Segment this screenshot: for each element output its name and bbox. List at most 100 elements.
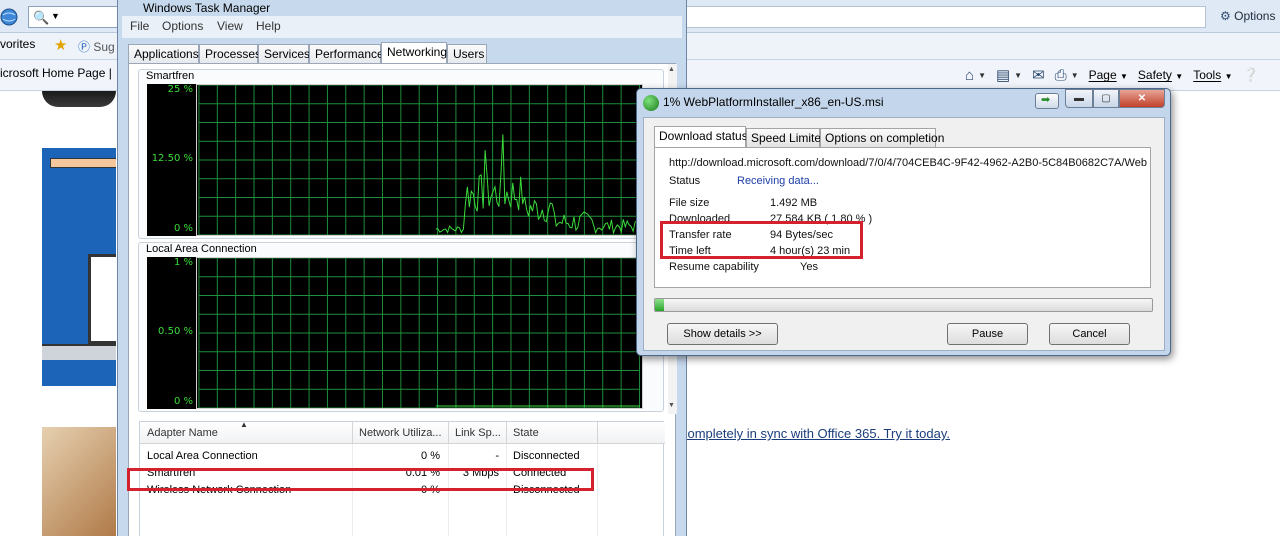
browser-search-field[interactable] xyxy=(686,6,1206,28)
graph-frame-local-area: Local Area Connection 1 % 0.50 % 0 % xyxy=(138,242,664,412)
menu-help[interactable]: Help xyxy=(256,19,281,33)
chevron-down-icon[interactable]: ▼ xyxy=(51,11,60,21)
add-favorite-star-icon[interactable]: ★ xyxy=(54,36,67,54)
tab-networking[interactable]: Networking xyxy=(381,42,447,65)
scroll-up-icon[interactable]: ▲ xyxy=(668,66,675,73)
download-app-icon xyxy=(643,95,659,111)
tab-applications[interactable]: Applications xyxy=(128,44,199,64)
minimize-to-tray-button[interactable]: ➡ xyxy=(1035,93,1059,109)
pause-button[interactable]: Pause xyxy=(947,323,1028,345)
help-icon[interactable]: ❔ xyxy=(1242,67,1258,83)
graph-y-axis: 1 % 0.50 % 0 % xyxy=(147,257,197,409)
options-menu[interactable]: ⚙ Options xyxy=(1220,9,1275,23)
chevron-down-icon[interactable]: ▼ xyxy=(1014,71,1022,80)
y-label-bottom: 0 % xyxy=(173,396,193,407)
col-adapter-name[interactable]: Adapter Name xyxy=(147,427,218,439)
menu-file[interactable]: File xyxy=(130,19,149,33)
tab-processes[interactable]: Processes xyxy=(199,44,261,64)
office365-promo-link[interactable]: completely in sync with Office 365. Try … xyxy=(681,426,950,441)
scroll-down-icon[interactable]: ▼ xyxy=(668,402,675,409)
adapter-utilization: 0 % xyxy=(421,450,440,462)
adapter-table-header: Adapter Name ▲ Network Utiliza... Link S… xyxy=(140,420,665,444)
address-search-box[interactable]: 🔍 ▼ xyxy=(28,6,118,28)
tab-services[interactable]: Services xyxy=(258,44,310,64)
column-divider[interactable] xyxy=(448,422,449,444)
browser-tab[interactable]: icrosoft Home Page | xyxy=(0,66,112,80)
col-network-utilization[interactable]: Network Utiliza... xyxy=(359,427,442,439)
print-icon[interactable]: ⎙ xyxy=(1055,67,1067,84)
graph-frame-smartfren: Smartfren 25 % 12.50 % 0 % xyxy=(138,69,664,239)
page-image-laptop[interactable] xyxy=(42,148,116,386)
gear-icon: ⚙ xyxy=(1220,9,1231,23)
file-size-label: File size xyxy=(669,197,710,209)
tab-users[interactable]: Users xyxy=(447,44,487,64)
search-icon: 🔍 xyxy=(33,10,50,25)
download-progress-bar xyxy=(654,298,1153,312)
task-manager-menubar: File Options View Help xyxy=(122,16,682,38)
status-label: Status xyxy=(669,175,701,187)
page-menu[interactable]: Page ▼ xyxy=(1089,68,1128,82)
minimize-button[interactable]: ▬ xyxy=(1065,89,1093,108)
tools-menu[interactable]: Tools ▼ xyxy=(1193,68,1232,82)
y-label-bottom: 0 % xyxy=(173,223,193,234)
cancel-button[interactable]: Cancel xyxy=(1049,323,1130,345)
col-link-speed[interactable]: Link Sp... xyxy=(455,427,501,439)
col-state[interactable]: State xyxy=(513,427,539,439)
resume-capability-label: Resume capability xyxy=(669,261,759,273)
download-status-panel: http://download.microsoft.com/download/7… xyxy=(654,147,1151,288)
task-manager-window: Windows Task Manager File Options View H… xyxy=(117,0,687,536)
adapter-speed: - xyxy=(495,450,499,462)
chevron-down-icon[interactable]: ▼ xyxy=(1071,71,1079,80)
page-image-laptop-screen xyxy=(88,254,116,344)
adapter-name: Local Area Connection xyxy=(147,450,258,462)
download-dialog-title: 1% WebPlatformInstaller_x86_en-US.msi xyxy=(663,95,884,109)
download-url: http://download.microsoft.com/download/7… xyxy=(669,157,1147,169)
arrow-right-icon: ➡ xyxy=(1041,94,1051,106)
column-divider[interactable] xyxy=(597,422,598,444)
column-divider[interactable] xyxy=(352,422,353,444)
tab-download-status[interactable]: Download status xyxy=(654,126,748,148)
graph-trace-line xyxy=(435,134,640,235)
resume-capability-value: Yes xyxy=(800,261,818,273)
browser-globe-icon[interactable] xyxy=(0,8,18,26)
page-image-arm xyxy=(50,158,116,168)
ie-page-icon: Ⓟ xyxy=(78,40,91,54)
options-label: Options xyxy=(1234,9,1276,23)
task-manager-title: Windows Task Manager xyxy=(143,1,271,15)
highlight-smartfren-row xyxy=(127,468,594,491)
rss-feed-icon[interactable]: ▤ xyxy=(996,66,1010,84)
menu-view[interactable]: View xyxy=(217,19,243,33)
y-label-mid: 12.50 % xyxy=(151,153,193,164)
network-graph-local-area xyxy=(196,257,643,409)
file-size-value: 1.492 MB xyxy=(770,197,818,209)
home-icon[interactable]: ⌂ xyxy=(965,67,974,84)
tab-options-on-completion[interactable]: Options on completion xyxy=(820,128,944,147)
page-image-laptop-base xyxy=(42,344,116,360)
page-image-office[interactable] xyxy=(42,427,116,536)
status-value: Receiving data... xyxy=(737,175,819,187)
networking-panel: Smartfren 25 % 12.50 % 0 % Local Area Co… xyxy=(128,63,677,536)
menu-options[interactable]: Options xyxy=(162,19,203,33)
y-label-top: 25 % xyxy=(167,84,193,95)
network-graph-smartfren xyxy=(196,84,643,236)
y-label-mid: 0.50 % xyxy=(158,326,193,337)
column-divider[interactable] xyxy=(506,422,507,444)
tab-performance[interactable]: Performance xyxy=(309,44,384,64)
page-image-mouse xyxy=(42,91,116,107)
y-label-top: 1 % xyxy=(173,257,193,268)
close-button[interactable]: ✕ xyxy=(1119,89,1165,108)
highlight-rate-time xyxy=(660,221,863,259)
suggested-sites-link[interactable]: Ⓟ Sug xyxy=(78,38,115,55)
mail-icon[interactable]: ✉ xyxy=(1032,66,1045,84)
table-row[interactable]: Local Area Connection 0 % - Disconnected xyxy=(140,448,665,465)
adapter-state: Disconnected xyxy=(513,450,580,462)
maximize-button[interactable]: ▢ xyxy=(1093,89,1119,108)
graph-title-local-area: Local Area Connection xyxy=(146,243,257,255)
graph-title-smartfren: Smartfren xyxy=(146,70,195,82)
favorites-button[interactable]: vorites xyxy=(0,37,35,51)
command-bar: ⌂ ▼ ▤ ▼ ✉ ⎙ ▼ Page ▼ Safety ▼ Tools ▼ ❔ xyxy=(965,63,1259,87)
show-details-button[interactable]: Show details >> xyxy=(667,323,778,345)
chevron-down-icon[interactable]: ▼ xyxy=(978,71,986,80)
safety-menu[interactable]: Safety ▼ xyxy=(1138,68,1183,82)
tab-speed-limiter[interactable]: Speed Limiter xyxy=(746,128,825,147)
